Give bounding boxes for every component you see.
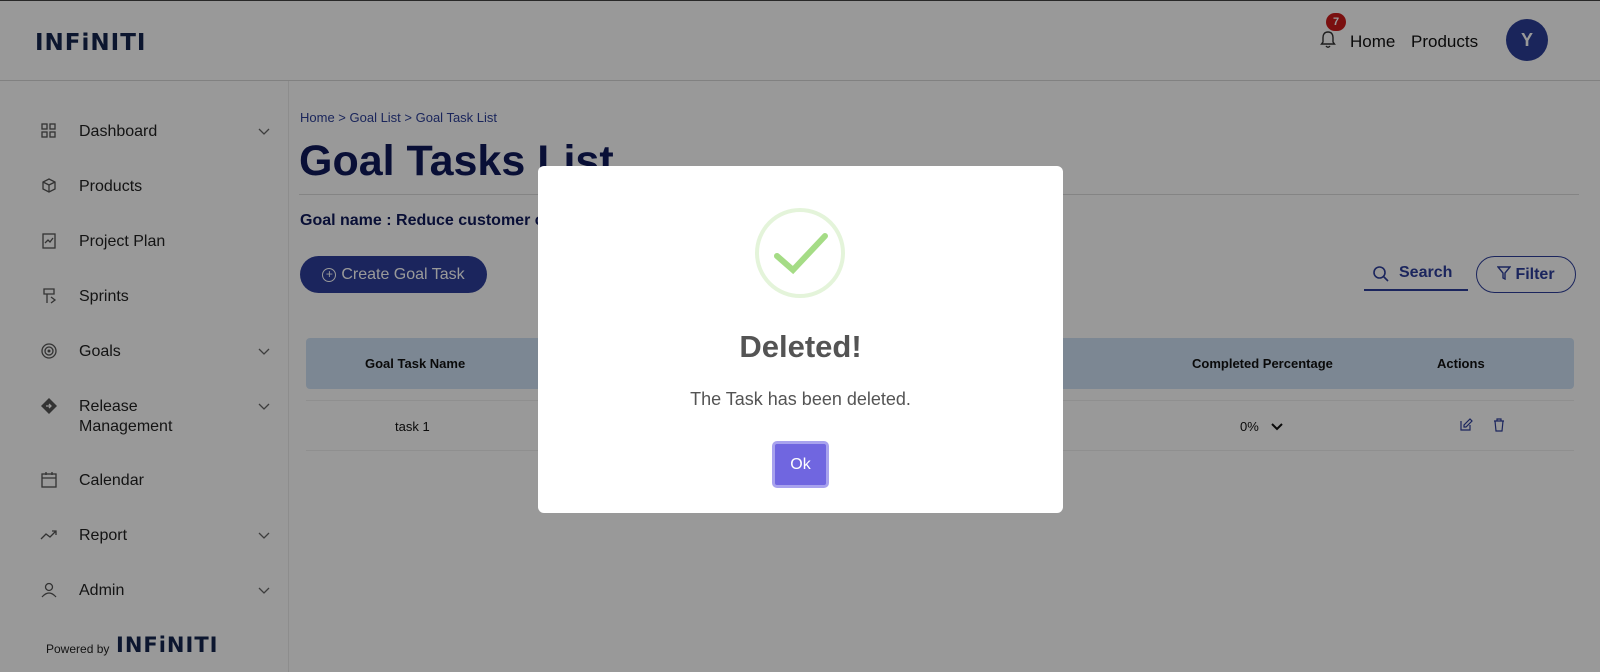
success-dialog: Deleted! The Task has been deleted. Ok xyxy=(538,166,1063,513)
dialog-message: The Task has been deleted. xyxy=(690,389,911,409)
ok-button[interactable]: Ok xyxy=(772,441,829,488)
success-check-icon xyxy=(755,208,845,298)
dialog-title: Deleted! xyxy=(739,329,862,364)
